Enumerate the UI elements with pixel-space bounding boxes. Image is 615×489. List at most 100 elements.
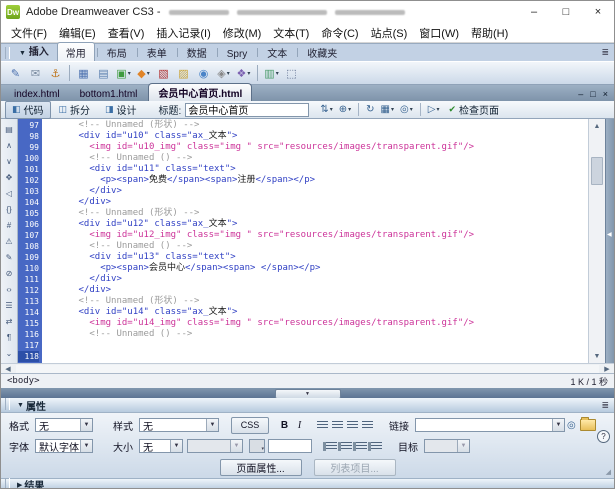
size-select[interactable]: 无▼ (139, 439, 183, 453)
collapse-selection-icon[interactable]: ∨ (6, 153, 12, 169)
menu-item-文本T[interactable]: 文本(T) (267, 23, 315, 43)
hscroll-track[interactable] (16, 365, 599, 373)
line-numbers-icon[interactable]: # (7, 217, 11, 233)
css-button[interactable]: CSS (231, 417, 269, 434)
open-documents-icon[interactable]: ▤ (5, 121, 13, 137)
insert-tab-Spry[interactable]: Spry (219, 47, 256, 61)
chevron-down-icon[interactable]: ▾ (436, 106, 439, 113)
bold-button[interactable]: B (277, 418, 292, 432)
validate-markup-icon[interactable]: ▷▾ (428, 104, 440, 115)
color-value-input[interactable] (268, 439, 312, 453)
date-icon[interactable]: ▧ (155, 65, 172, 82)
refresh-icon[interactable]: ↻ (366, 104, 374, 115)
unordered-list-icon[interactable] (337, 439, 352, 453)
collapse-full-tag-icon[interactable]: ∧ (6, 137, 12, 153)
chevron-down-icon[interactable]: ▾ (330, 106, 333, 113)
menu-item-修改M[interactable]: 修改(M) (217, 23, 268, 43)
menu-item-帮助H[interactable]: 帮助(H) (465, 23, 514, 43)
page-properties-button[interactable]: 页面属性... (220, 459, 302, 476)
results-panel-header[interactable]: ▶ 结果 (1, 478, 614, 489)
menu-item-文件F[interactable]: 文件(F) (5, 23, 53, 43)
chevron-down-icon[interactable]: ▾ (247, 70, 250, 77)
table-icon[interactable]: ▦ (75, 65, 92, 82)
italic-button[interactable]: I (292, 418, 307, 432)
highlight-invalid-code-icon[interactable]: ⚠ (5, 233, 12, 249)
outdent-icon[interactable] (352, 439, 367, 453)
menu-item-查看V[interactable]: 查看(V) (102, 23, 151, 43)
chevron-down-icon[interactable]: ▾ (276, 70, 279, 77)
indent-code-icon[interactable]: ¶ (7, 329, 11, 345)
script-icon[interactable]: ❖▾ (235, 65, 252, 82)
select-parent-tag-icon[interactable]: ◁ (6, 185, 12, 201)
templates-icon[interactable]: ▥▾ (263, 65, 280, 82)
menu-item-插入记录I[interactable]: 插入记录(I) (150, 23, 216, 43)
style-select[interactable]: 无▼ (139, 418, 219, 432)
insert-div-icon[interactable]: ▤ (95, 65, 112, 82)
minimize-button[interactable]: – (518, 1, 550, 23)
doc-minimize-icon[interactable]: – (578, 89, 583, 99)
remove-comment-icon[interactable]: ⊘ (6, 265, 13, 281)
menu-item-站点S[interactable]: 站点(S) (365, 23, 414, 43)
chevron-down-icon[interactable]: ▾ (147, 70, 150, 77)
indent-icon[interactable] (367, 439, 382, 453)
view-button-拆分[interactable]: ◫拆分 (52, 101, 98, 119)
wrap-tag-icon[interactable]: ‹› (6, 281, 11, 297)
hyperlink-icon[interactable]: ✎ (7, 65, 24, 82)
check-page-button[interactable]: ✔ 检查页面 (444, 101, 503, 118)
align-right-icon[interactable] (345, 418, 360, 432)
font-select[interactable]: 默认字体▼ (35, 439, 93, 453)
expand-all-icon[interactable]: ✥ (6, 169, 13, 185)
menu-item-命令C[interactable]: 命令(C) (315, 23, 364, 43)
align-left-icon[interactable] (315, 418, 330, 432)
preview-debug-icon[interactable]: ⊕▾ (339, 104, 351, 115)
panel-grip[interactable] (5, 398, 10, 410)
panel-menu-icon[interactable]: ≣ (601, 400, 609, 411)
scroll-left-icon[interactable]: ◀ (1, 365, 15, 373)
properties-header[interactable]: ▼ 属性 ≣ (1, 398, 614, 413)
visual-aids-icon[interactable]: ◎▾ (400, 104, 413, 115)
maximize-button[interactable]: □ (550, 1, 582, 23)
point-to-file-icon[interactable]: ◎ (567, 420, 576, 431)
chevron-down-icon[interactable]: ▾ (410, 106, 413, 113)
panel-grip[interactable] (5, 47, 10, 59)
chevron-down-icon[interactable]: ▾ (391, 106, 394, 113)
balance-braces-icon[interactable]: {} (6, 201, 11, 217)
link-input[interactable]: ▼ (415, 418, 565, 432)
server-include-icon[interactable]: ▨ (175, 65, 192, 82)
email-link-icon[interactable]: ✉ (27, 65, 44, 82)
insert-tab-布局[interactable]: 布局 (99, 43, 135, 61)
view-options-icon[interactable]: ▦▾ (381, 104, 394, 115)
comment-icon[interactable]: ◉ (195, 65, 212, 82)
page-title-input[interactable] (185, 103, 309, 117)
panel-dock-collapse-bar[interactable]: ◀ (605, 119, 614, 363)
apply-comment-icon[interactable]: ✎ (6, 249, 13, 265)
insert-tab-常用[interactable]: 常用 (57, 42, 95, 61)
file-management-icon[interactable]: ⇅▾ (320, 104, 332, 115)
horizontal-scrollbar[interactable]: ◀ ▶ (1, 363, 614, 373)
vertical-scrollbar[interactable]: ▲ ▼ (588, 119, 605, 363)
chevron-down-icon[interactable]: ▾ (348, 106, 351, 113)
recent-snippets-icon[interactable]: ☰ (5, 297, 12, 313)
align-center-icon[interactable] (330, 418, 345, 432)
code-editor[interactable]: <!-- Unnamed (形状) --> <div id="u10" clas… (42, 119, 588, 363)
view-button-代码[interactable]: ◧代码 (5, 101, 51, 119)
document-tab-index.html[interactable]: index.html (5, 88, 69, 101)
scroll-up-icon[interactable]: ▲ (589, 119, 605, 133)
close-button[interactable]: × (582, 1, 614, 23)
menu-item-窗口W[interactable]: 窗口(W) (413, 23, 465, 43)
insert-panel-label[interactable]: ▼ 插入 (16, 43, 49, 58)
chevron-down-icon[interactable]: ▾ (128, 70, 131, 77)
chevron-down-icon[interactable]: ▾ (227, 70, 230, 77)
tag-selector-body[interactable]: <body> (7, 376, 40, 386)
ordered-list-icon[interactable] (322, 439, 337, 453)
panel-grip[interactable] (5, 478, 10, 489)
move-convert-css-icon[interactable]: ⇄ (6, 313, 13, 329)
document-tab-会员中心首页.html[interactable]: 会员中心首页.html (148, 83, 252, 101)
doc-restore-icon[interactable]: □ (590, 89, 595, 99)
menu-item-编辑E[interactable]: 编辑(E) (53, 23, 102, 43)
view-button-设计[interactable]: ◨设计 (98, 101, 144, 119)
named-anchor-icon[interactable]: ⚓ (47, 65, 64, 82)
doc-close-icon[interactable]: × (603, 89, 608, 99)
scroll-down-icon[interactable]: ▼ (589, 349, 605, 363)
media-icon[interactable]: ◆▾ (135, 65, 152, 82)
